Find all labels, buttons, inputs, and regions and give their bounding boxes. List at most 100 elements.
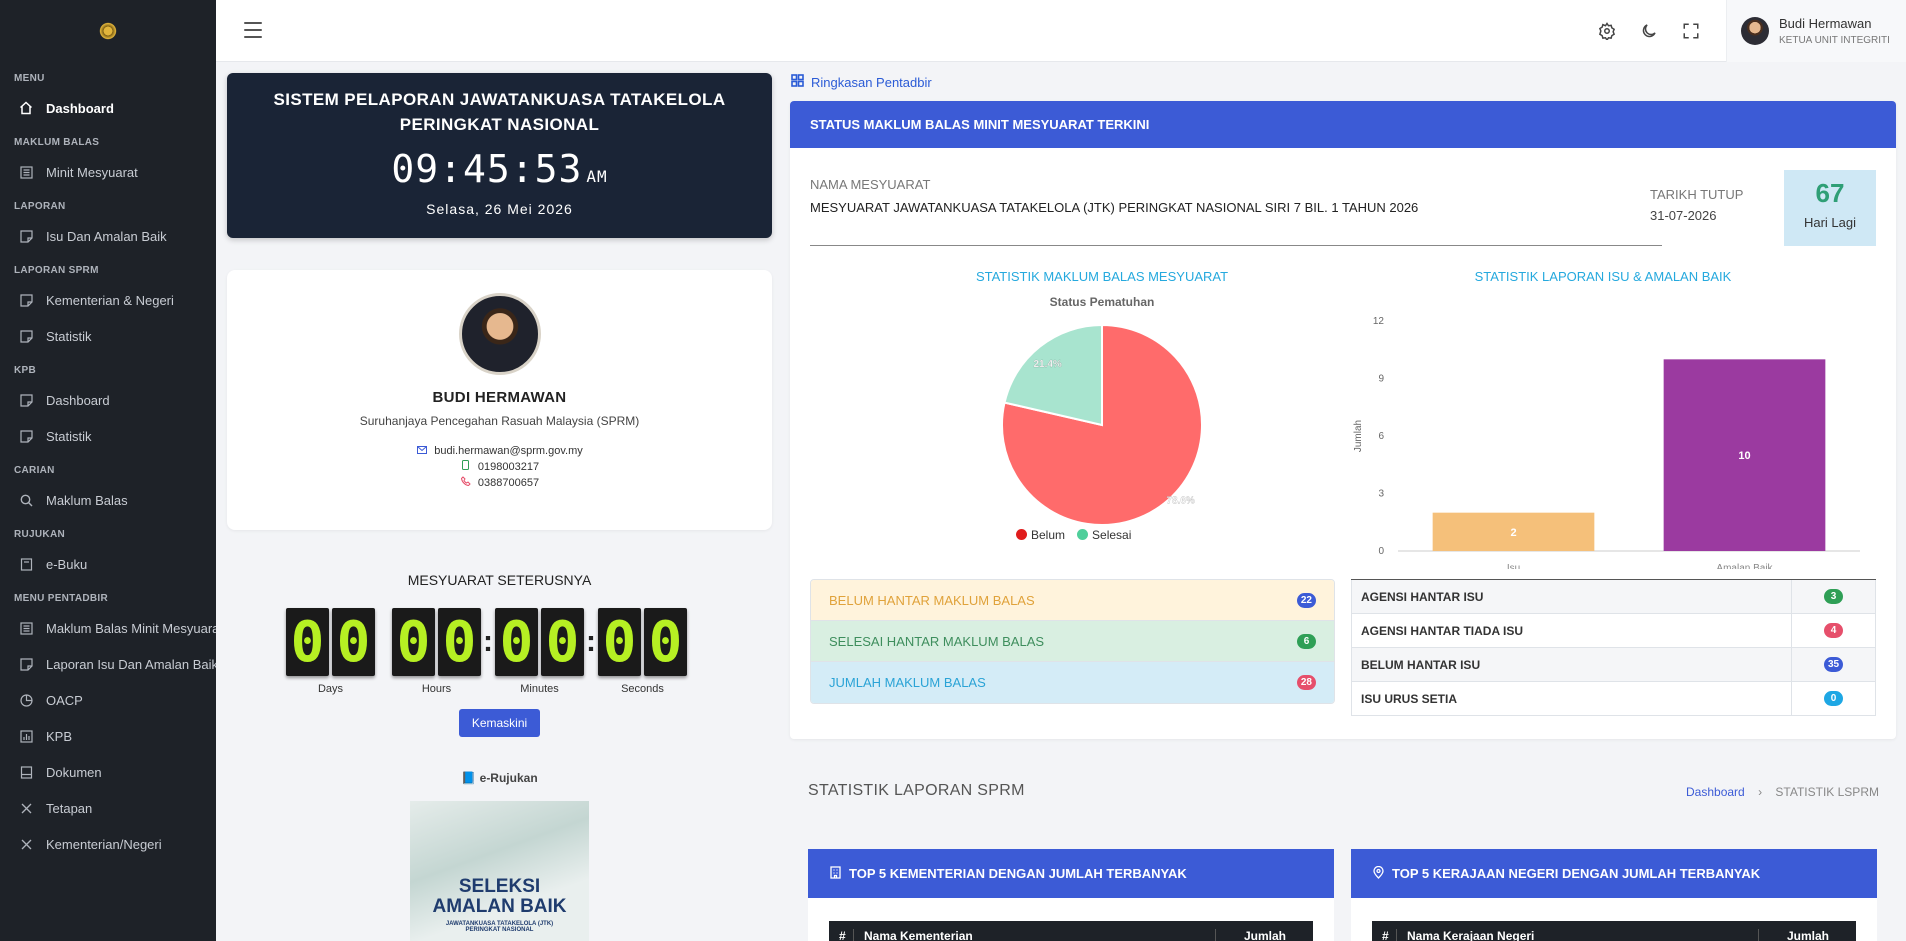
isu-label: BELUM HANTAR ISU — [1351, 648, 1791, 681]
sidebar-item-statistik[interactable]: Statistik — [0, 318, 216, 354]
tools-icon — [19, 837, 33, 851]
phone-icon — [460, 475, 472, 491]
user-menu[interactable]: Budi Hermawan KETUA UNIT INTEGRITI — [1726, 0, 1906, 62]
countdown-minutes-label: Minutes — [520, 683, 559, 695]
sidebar-item-isu-dan-amalan-baik[interactable]: Isu Dan Amalan Baik — [0, 218, 216, 254]
countdown-hours-digits: 00 — [392, 608, 481, 676]
col-jumlah[interactable]: Jumlah — [1215, 929, 1313, 941]
sidebar-item-kementerian-negeri[interactable]: Kementerian/Negeri — [0, 826, 216, 862]
hari-lagi-box: 67 Hari Lagi — [1784, 170, 1876, 246]
legend-label: Selesai — [1092, 528, 1132, 542]
profile-avatar — [458, 293, 541, 375]
profile-name: BUDI HERMAWAN — [432, 389, 567, 406]
bar-chart: 0 3 6 9 12 Jumlah 2 Isu 10 Amalan Baik — [1353, 316, 1860, 569]
chart-icon — [19, 729, 33, 743]
col-jumlah[interactable]: Jumlah — [1758, 929, 1856, 941]
menu-section-title: LAPORAN SPRM — [14, 265, 99, 276]
grid-icon — [791, 74, 804, 90]
note-icon — [19, 393, 33, 407]
y-tick-label: 6 — [1378, 431, 1384, 442]
book-subtitle: JAWATANKUASA TATAKELOLA (JTK) PERINGKAT N… — [410, 921, 589, 933]
table-row[interactable]: AGENSI HANTAR ISU 3 — [1351, 580, 1876, 614]
breadcrumb-separator: › — [1758, 785, 1763, 799]
kemaskini-button[interactable]: Kemaskini — [459, 709, 540, 737]
profile-mobile: 0198003217 — [477, 461, 540, 473]
summary-label: JUMLAH MAKLUM BALAS — [829, 675, 986, 690]
y-axis-label: Jumlah — [1353, 420, 1364, 452]
table-row[interactable]: AGENSI HANTAR TIADA ISU 4 — [1351, 614, 1876, 648]
summary-row[interactable]: BELUM HANTAR MAKLUM BALAS 22 — [811, 580, 1334, 621]
col-nama-negeri[interactable]: Nama Kerajaan Negeri — [1396, 929, 1758, 941]
col-number: # — [1382, 929, 1389, 941]
digit: 0 — [392, 608, 435, 676]
sidebar-item-label: Maklum Balas — [46, 492, 128, 508]
digit: 0 — [598, 608, 641, 676]
sidebar-item-statistik[interactable]: Statistik — [0, 418, 216, 454]
ringkasan-pentadbir-link[interactable]: Ringkasan Pentadbir — [791, 74, 932, 90]
sidebar-item-laporan-isu-dan-amalan-baik[interactable]: Laporan Isu Dan Amalan Baik — [0, 646, 216, 682]
pie-slice-label: 21.4% — [1033, 359, 1061, 370]
breadcrumb: Dashboard › STATISTIK LSPRM — [1686, 785, 1879, 799]
user-name: Budi Hermawan — [1779, 16, 1872, 31]
sidebar-item-minit-mesyuarat[interactable]: Minit Mesyuarat — [0, 154, 216, 190]
isu-badge: 0 — [1824, 691, 1843, 706]
clock-time-value: 09:45:53 — [391, 147, 583, 191]
lsprm-title: STATISTIK LAPORAN SPRM — [808, 782, 1025, 799]
countdown-seconds: 00 Seconds — [598, 608, 687, 695]
summary-row[interactable]: JUMLAH MAKLUM BALAS 28 — [811, 662, 1334, 703]
breadcrumb-dashboard[interactable]: Dashboard — [1686, 785, 1745, 799]
archive-icon — [19, 765, 33, 779]
col-nama-kementerian[interactable]: Nama Kementerian — [853, 929, 1215, 941]
sidebar-item-dashboard[interactable]: Dashboard — [0, 90, 216, 126]
logo[interactable] — [0, 0, 216, 62]
menu-section-title: MAKLUM BALAS — [14, 137, 100, 148]
legend-belum[interactable]: Belum — [1016, 528, 1065, 542]
menu-section-title: RUJUKAN — [14, 529, 65, 540]
isu-value-cell: 4 — [1791, 614, 1876, 647]
list-icon — [19, 165, 33, 179]
countdown-seconds-label: Seconds — [621, 683, 664, 695]
maklum-balas-summary: BELUM HANTAR MAKLUM BALAS 22 SELESAI HANTA… — [810, 579, 1335, 704]
pie-icon — [19, 693, 33, 707]
dark-mode-moon-icon[interactable] — [1638, 20, 1660, 42]
sidebar-item-tetapan[interactable]: Tetapan — [0, 790, 216, 826]
profile-email: budi.hermawan@sprm.gov.my — [434, 445, 583, 457]
profile-org: Suruhanjaya Pencegahan Rasuah Malaysia (… — [359, 414, 640, 428]
legend-selesai[interactable]: Selesai — [1077, 528, 1131, 542]
sidebar-item-kementerian-negeri[interactable]: Kementerian & Negeri — [0, 282, 216, 318]
summary-row[interactable]: SELESAI HANTAR MAKLUM BALAS 6 — [811, 621, 1334, 662]
bar-chart-title: STATISTIK LAPORAN ISU & AMALAN BAIK — [1474, 269, 1732, 284]
sidebar-item-dashboard[interactable]: Dashboard — [0, 382, 216, 418]
settings-gear-icon[interactable] — [1596, 20, 1618, 42]
table-row[interactable]: ISU URUS SETIA 0 — [1351, 682, 1876, 716]
ebook-cover[interactable]: SELEKSI AMALAN BAIK JAWATANKUASA TATAKELO… — [410, 801, 589, 941]
clock-card: SISTEM PELAPORAN JAWATANKUASA TATAKELOLA… — [227, 73, 772, 238]
sidebar-item-e-buku[interactable]: e-Buku — [0, 546, 216, 582]
map-pin-icon — [1373, 865, 1384, 882]
menu-section-title: LAPORAN — [14, 201, 66, 212]
sidebar-item-label: Kementerian/Negeri — [46, 836, 162, 852]
mobile-icon — [460, 459, 472, 475]
sidebar-item-oacp[interactable]: OACP — [0, 682, 216, 718]
top5-negeri-table-header: # Nama Kerajaan Negeri Jumlah — [1372, 921, 1856, 941]
isu-badge: 3 — [1824, 589, 1843, 604]
sidebar-item-maklum-balas-minit-mesyuarat[interactable]: Maklum Balas Minit Mesyuarat — [0, 610, 216, 646]
ringkasan-label: Ringkasan Pentadbir — [811, 74, 932, 90]
table-row[interactable]: BELUM HANTAR ISU 35 — [1351, 648, 1876, 682]
summary-badge: 22 — [1296, 592, 1316, 608]
sidebar-item-label: Minit Mesyuarat — [46, 164, 138, 180]
sidebar-item-dokumen[interactable]: Dokumen — [0, 754, 216, 790]
legend-marker — [1016, 529, 1027, 540]
clock-ampm: AM — [586, 167, 608, 186]
sidebar-item-label: Statistik — [46, 328, 92, 344]
digit: 0 — [541, 608, 584, 676]
sidebar-item-label: Tetapan — [46, 800, 93, 816]
sidebar-item-maklum-balas[interactable]: Maklum Balas — [0, 482, 216, 518]
fullscreen-icon[interactable] — [1680, 20, 1702, 42]
hamburger-menu-icon[interactable] — [244, 22, 262, 43]
sidebar-item-kpb[interactable]: KPB — [0, 718, 216, 754]
countdown-days-digits: 00 — [286, 608, 375, 676]
nama-mesyuarat-value: MESYUARAT JAWATANKUASA TATAKELOLA (JTK) … — [810, 200, 1419, 215]
isu-value-cell: 0 — [1791, 682, 1876, 715]
sidebar-item-label: Dashboard — [46, 392, 110, 408]
